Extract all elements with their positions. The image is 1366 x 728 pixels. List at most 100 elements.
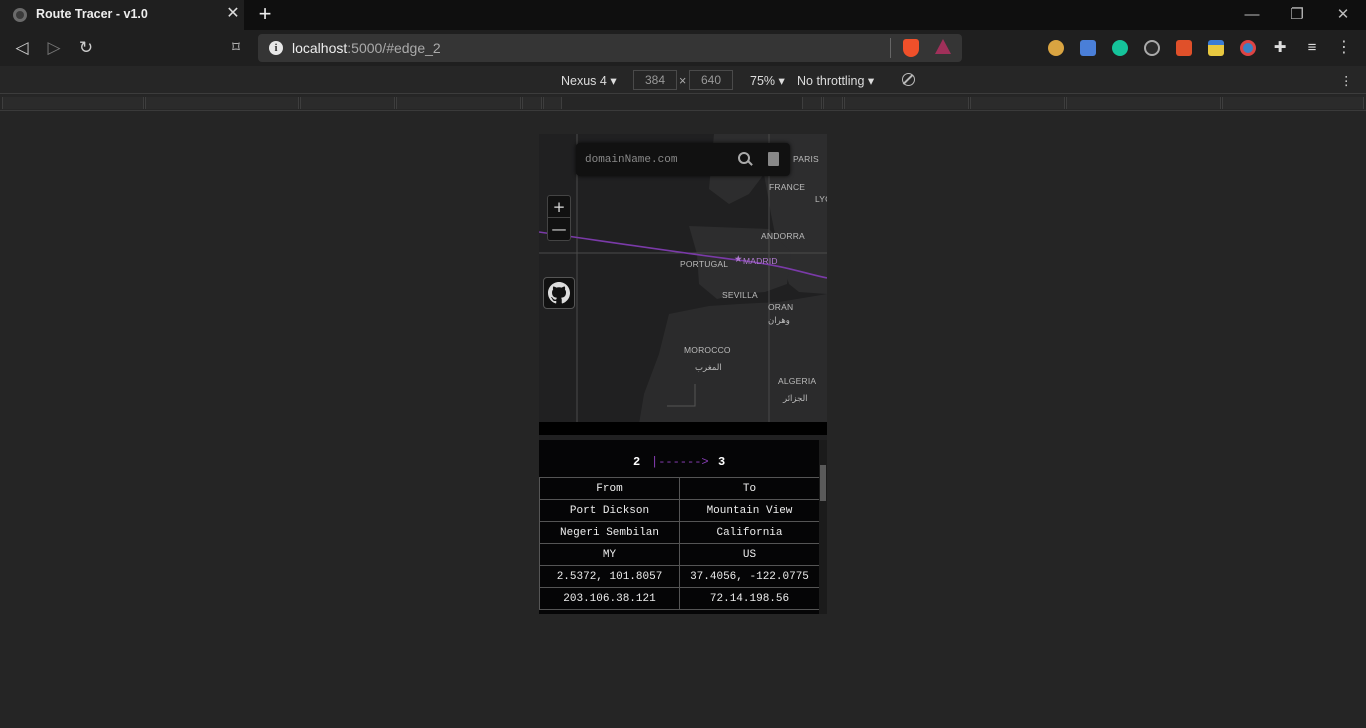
from-country: MY — [539, 543, 680, 566]
to-coordinates: 37.4056, -122.0775 — [679, 565, 820, 588]
extension-c-icon[interactable] — [1144, 40, 1160, 56]
info-icon[interactable]: i — [269, 41, 283, 55]
table-row: Negeri Sembilan California — [539, 521, 820, 544]
dimension-separator: × — [679, 74, 687, 88]
viewport-height-input[interactable]: 640 — [689, 70, 733, 90]
madrid-star-icon[interactable]: ★ — [734, 254, 743, 265]
media-query-segment[interactable] — [823, 97, 843, 109]
media-query-segment[interactable] — [802, 97, 822, 109]
media-query-segment[interactable] — [522, 97, 542, 109]
edge-arrow: |------> — [651, 455, 709, 469]
edge-from-hop: 2 — [633, 455, 641, 469]
map-label-portugal: PORTUGAL — [680, 259, 729, 269]
table-row: 2.5372, 101.8057 37.4056, -122.0775 — [539, 565, 820, 588]
header-to: To — [679, 477, 820, 500]
trash-icon[interactable] — [768, 152, 779, 166]
close-tab-icon[interactable]: ✕ — [224, 5, 242, 23]
domain-search-input[interactable] — [585, 152, 725, 168]
rotate-icon[interactable] — [902, 73, 915, 86]
from-ip: 203.106.38.121 — [539, 587, 680, 610]
map-label-lyon: LYO — [815, 194, 827, 204]
header-from: From — [539, 477, 680, 500]
url-text[interactable]: localhost:5000/#edge_2 — [292, 40, 441, 56]
extension-owl-icon[interactable] — [1048, 40, 1064, 56]
bookmark-icon[interactable]: ⌑ — [225, 37, 247, 59]
map-label-andorra: ANDORRA — [761, 231, 805, 241]
tab-title: Route Tracer - v1.0 — [36, 7, 148, 21]
url-path: :5000/#edge_2 — [347, 40, 441, 56]
new-tab-button[interactable]: + — [254, 3, 276, 25]
table-row: Port Dickson Mountain View — [539, 499, 820, 522]
throttling-value: No throttling — [797, 74, 865, 88]
map-label-oran-ar: وهران — [768, 315, 790, 325]
map-label-algeria: ALGERIA — [778, 376, 817, 386]
map-label-morocco-ar: المغرب — [695, 362, 722, 372]
media-query-segment[interactable] — [396, 97, 521, 109]
url-host: localhost — [292, 40, 348, 56]
map-label-oran: ORAN — [768, 302, 794, 312]
media-query-segment[interactable] — [2, 97, 144, 109]
restore-icon[interactable]: ❐ — [1287, 5, 1307, 25]
omnibox-divider — [890, 38, 891, 58]
from-region: Negeri Sembilan — [539, 521, 680, 544]
extension-orange-icon[interactable] — [1176, 40, 1192, 56]
brave-rewards-icon[interactable] — [935, 39, 951, 54]
device-viewport: PARIS FRANCE LYO ANDORRA PORTUGAL ★ MADR… — [539, 134, 827, 614]
map-label-madrid: MADRID — [743, 256, 778, 266]
media-query-segment[interactable] — [844, 97, 969, 109]
map-label-algeria-ar: الجزائر — [783, 393, 808, 403]
media-query-segment[interactable] — [1066, 97, 1221, 109]
forward-icon[interactable]: ▷ — [43, 37, 65, 59]
grammarly-icon[interactable] — [1112, 40, 1128, 56]
media-query-segment[interactable] — [543, 97, 562, 109]
devtools-menu-icon[interactable]: ⋮ — [1340, 73, 1353, 88]
minimize-icon[interactable]: — — [1242, 5, 1262, 25]
edge-header: 2 |------> 3 — [539, 440, 819, 477]
media-query-segment[interactable] — [1222, 97, 1364, 109]
to-ip: 72.14.198.56 — [679, 587, 820, 610]
edge-table: From To Port Dickson Mountain View Neger… — [539, 477, 820, 610]
browser-menu-icon[interactable]: ⋮ — [1336, 38, 1352, 58]
media-query-segment[interactable] — [300, 97, 395, 109]
translate-icon[interactable] — [1080, 40, 1096, 56]
zoom-value: 75% — [750, 74, 776, 88]
from-coordinates: 2.5372, 101.8057 — [539, 565, 680, 588]
map-label-sevilla: SEVILLA — [722, 290, 758, 300]
brave-shields-icon[interactable] — [903, 39, 919, 57]
panel-divider — [539, 422, 827, 435]
throttling-select[interactable]: No throttling ▾ — [797, 73, 874, 88]
media-queue-icon[interactable]: ≡ — [1304, 40, 1320, 56]
globe-icon — [13, 8, 27, 22]
search-icon[interactable] — [738, 152, 753, 167]
from-city: Port Dickson — [539, 499, 680, 522]
tab-strip: Route Tracer - v1.0 ✕ + — ❐ ✕ — [0, 0, 1366, 30]
extension-color-icon[interactable] — [1240, 40, 1256, 56]
zoom-out-button[interactable]: — — [548, 218, 570, 240]
viewport-width-input[interactable]: 384 — [633, 70, 677, 90]
scrollbar-thumb[interactable] — [820, 465, 826, 501]
table-header-row: From To — [539, 477, 820, 500]
back-icon[interactable]: ◁ — [11, 37, 33, 59]
map-label-morocco: MOROCCO — [684, 345, 731, 355]
reload-icon[interactable]: ↻ — [75, 37, 97, 59]
github-icon — [548, 282, 570, 304]
to-region: California — [679, 521, 820, 544]
media-query-segment[interactable] — [970, 97, 1065, 109]
address-bar[interactable]: i localhost:5000/#edge_2 — [258, 34, 962, 62]
close-window-icon[interactable]: ✕ — [1333, 5, 1353, 25]
table-row: MY US — [539, 543, 820, 566]
media-query-bar — [0, 95, 1366, 111]
table-row: 203.106.38.121 72.14.198.56 — [539, 587, 820, 610]
extensions-puzzle-icon[interactable]: ✚ — [1272, 40, 1288, 56]
panel-scrollbar[interactable] — [819, 440, 827, 614]
zoom-select[interactable]: 75% ▾ — [750, 73, 785, 88]
extension-yellow-icon[interactable] — [1208, 40, 1224, 56]
media-query-segment[interactable] — [145, 97, 299, 109]
device-select[interactable]: Nexus 4 ▾ — [561, 73, 617, 88]
zoom-in-button[interactable]: + — [548, 196, 570, 218]
to-city: Mountain View — [679, 499, 820, 522]
browser-tab[interactable]: Route Tracer - v1.0 ✕ — [0, 0, 244, 30]
github-link[interactable] — [543, 277, 575, 309]
map-label-france: FRANCE — [769, 182, 806, 192]
edge-to-hop: 3 — [718, 455, 726, 469]
